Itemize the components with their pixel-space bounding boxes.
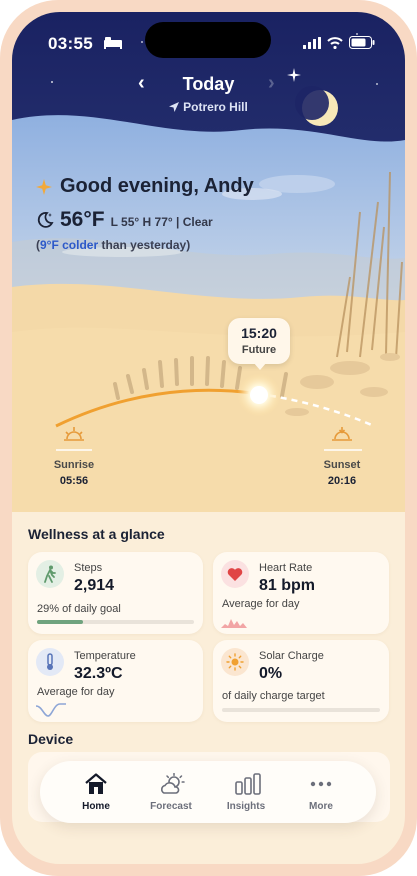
signal-icon <box>303 36 321 49</box>
tab-insights-label: Insights <box>226 801 266 812</box>
insights-icon <box>235 773 261 795</box>
sunset-icon <box>332 427 352 441</box>
steps-progress-track <box>37 620 194 624</box>
wellness-title: Wellness at a glance <box>28 526 165 542</box>
current-time-label: Future <box>241 344 277 356</box>
location-row[interactable]: Potrero Hill <box>12 100 405 114</box>
status-time: 03:55 <box>48 34 93 53</box>
tab-bar: Home Forecast Insights More <box>40 761 376 823</box>
sleep-mode-icon <box>104 37 122 49</box>
sunrise-label: Sunrise <box>53 459 95 471</box>
solar-charge-value: 0% <box>259 665 283 682</box>
device-title: Device <box>28 731 74 747</box>
temperature-card[interactable]: Temperature 32.3ºC Average for day <box>28 640 203 722</box>
home-icon <box>85 773 107 794</box>
temperature-sub: Average for day <box>37 686 115 698</box>
greeting: Good evening, Andy <box>36 175 254 198</box>
phone-frame: 03:55 ‹ Today › Potrero Hill Good evenin… <box>0 0 417 876</box>
battery-icon <box>349 36 375 49</box>
more-icon <box>310 781 332 787</box>
page-title: Today <box>182 74 235 94</box>
sunset: Sunset 20:16 <box>312 426 372 487</box>
sparkle-icon <box>36 178 52 195</box>
tab-more[interactable]: More <box>286 761 356 823</box>
current-time-bubble: 15:20 Future <box>228 318 290 364</box>
heart-rate-value: 81 bpm <box>259 577 316 594</box>
sun-icon-badge <box>221 648 249 676</box>
temperature-value: 32.3ºC <box>74 665 123 682</box>
next-day-button[interactable]: › <box>268 72 275 95</box>
moon-clear-night-icon <box>37 212 54 228</box>
forecast-icon <box>161 773 185 794</box>
date-navigation: ‹ Today › <box>12 72 405 100</box>
sun-icon <box>226 653 244 671</box>
comparison-highlight: 9°F colder <box>40 238 99 252</box>
tab-forecast[interactable]: Forecast <box>136 761 206 823</box>
greeting-text: Good evening, Andy <box>60 175 254 197</box>
steps-progress-fill <box>37 620 83 624</box>
wifi-icon <box>327 36 343 49</box>
location-arrow-icon <box>169 102 180 112</box>
heart-rate-sub: Average for day <box>222 598 300 610</box>
tab-insights[interactable]: Insights <box>211 761 281 823</box>
bubble-tail <box>253 362 267 370</box>
comparison-rest: than yesterday) <box>98 238 191 252</box>
solar-charge-sub: of daily charge target <box>222 690 325 702</box>
heart-icon <box>227 567 243 581</box>
location-name: Potrero Hill <box>183 100 248 114</box>
temperature-row: 56°F L 55° H 77° | Clear <box>36 208 213 232</box>
solar-progress-track <box>222 708 380 712</box>
solar-charge-card[interactable]: Solar Charge 0% of daily charge target <box>213 640 389 722</box>
temperature-sparkline <box>36 703 66 717</box>
walking-icon <box>44 565 56 583</box>
sun-position-marker[interactable] <box>247 383 271 407</box>
heart-rate-card[interactable]: Heart Rate 81 bpm Average for day <box>213 552 389 634</box>
solar-charge-label: Solar Charge <box>259 650 324 662</box>
steps-value: 2,914 <box>74 577 115 594</box>
thermometer-icon <box>47 653 53 670</box>
current-time: 15:20 <box>241 325 277 341</box>
tab-forecast-label: Forecast <box>150 801 192 812</box>
temperature-comparison: (9°F colder than yesterday) <box>36 238 190 252</box>
thermometer-icon-badge <box>36 648 64 676</box>
temperature-label: Temperature <box>74 650 136 662</box>
tab-home-label: Home <box>82 801 110 812</box>
sunrise: Sunrise 05:56 <box>44 426 104 487</box>
sunrise-icon <box>64 427 84 441</box>
steps-icon-badge <box>36 560 64 588</box>
steps-label: Steps <box>74 562 103 574</box>
tab-home[interactable]: Home <box>61 761 131 823</box>
sunset-time: 20:16 <box>327 475 357 487</box>
steps-sub: 29% of daily goal <box>37 603 121 615</box>
temperature-range: L 55° H 77° | Clear <box>110 215 213 229</box>
current-temperature: 56°F <box>60 208 105 231</box>
screen: 03:55 ‹ Today › Potrero Hill Good evenin… <box>12 12 405 864</box>
sunrise-time: 05:56 <box>59 475 89 487</box>
dynamic-island <box>145 22 271 58</box>
sunset-label: Sunset <box>323 459 361 471</box>
tab-more-label: More <box>309 801 333 812</box>
status-icons <box>303 36 375 49</box>
heart-icon-badge <box>221 560 249 588</box>
heart-rate-label: Heart Rate <box>259 562 313 574</box>
steps-card[interactable]: Steps 2,914 29% of daily goal <box>28 552 203 634</box>
heart-rate-sparkline <box>221 619 251 628</box>
